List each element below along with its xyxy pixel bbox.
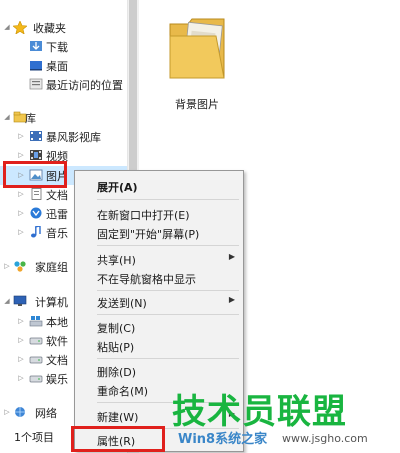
menu-item-copy[interactable]: 复制(C) bbox=[75, 317, 243, 336]
menu-item-hide-from-nav[interactable]: 不在导航窗格中显示 bbox=[75, 268, 243, 287]
nav-homegroup-label: 家庭组 bbox=[35, 261, 68, 274]
nav-item-label: 下载 bbox=[46, 41, 68, 54]
menu-separator bbox=[97, 314, 239, 315]
menu-item-label: 重命名(M) bbox=[97, 385, 149, 398]
nav-item-label: 音乐 bbox=[46, 227, 68, 240]
xunlei-icon bbox=[29, 207, 43, 219]
nav-item-baofeng-library[interactable]: ▷ 暴风影视库 bbox=[0, 127, 127, 146]
expand-arrow-icon[interactable]: ▷ bbox=[17, 317, 25, 325]
nav-libraries-label: 库 bbox=[25, 112, 36, 125]
expand-arrow-icon[interactable]: ▷ bbox=[17, 228, 25, 236]
menu-separator bbox=[97, 358, 239, 359]
expand-arrow-icon[interactable]: ▷ bbox=[17, 336, 25, 344]
highlight-box bbox=[71, 426, 165, 452]
menu-item-label: 在新窗口中打开(E) bbox=[97, 209, 190, 222]
status-item-count: 1个项目 bbox=[14, 431, 54, 444]
highlight-box bbox=[3, 161, 67, 188]
menu-item-pin-to-start[interactable]: 固定到"开始"屏幕(P) bbox=[75, 223, 243, 242]
downloads-icon bbox=[29, 40, 43, 52]
watermark-title: 技术员联盟 bbox=[172, 392, 347, 432]
watermark-site: www.jsgho.com bbox=[282, 432, 368, 445]
recent-places-icon bbox=[29, 78, 43, 90]
system-drive-icon bbox=[29, 315, 43, 327]
menu-item-label: 复制(C) bbox=[97, 322, 136, 335]
nav-item-desktop[interactable]: 桌面 bbox=[0, 56, 127, 75]
expand-arrow-icon[interactable]: ▷ bbox=[17, 374, 25, 382]
computer-icon bbox=[13, 295, 27, 307]
menu-item-label: 发送到(N) bbox=[97, 297, 147, 310]
menu-item-label: 新建(W) bbox=[97, 411, 139, 424]
menu-item-label: 删除(D) bbox=[97, 366, 137, 379]
menu-separator bbox=[97, 199, 239, 200]
expand-arrow-icon[interactable]: ▷ bbox=[3, 408, 11, 416]
folder-icon[interactable] bbox=[168, 14, 226, 82]
drive-icon bbox=[29, 372, 43, 384]
submenu-arrow-icon: ▶ bbox=[228, 295, 235, 304]
expand-arrow-icon[interactable]: ▷ bbox=[17, 355, 25, 363]
drive-icon bbox=[29, 334, 43, 346]
menu-item-label: 固定到"开始"屏幕(P) bbox=[97, 228, 200, 241]
menu-separator bbox=[97, 290, 239, 291]
music-note-icon bbox=[29, 225, 43, 238]
menu-separator bbox=[97, 245, 239, 246]
nav-computer-label: 计算机 bbox=[35, 296, 68, 309]
nav-item-label: 文档 bbox=[46, 189, 68, 202]
nav-item-label: 本地 bbox=[46, 316, 68, 329]
desktop-icon bbox=[29, 59, 43, 71]
nav-item-label: 文档 bbox=[46, 354, 68, 367]
menu-item-label: 粘贴(P) bbox=[97, 341, 135, 354]
nav-item-label: 桌面 bbox=[46, 60, 68, 73]
menu-item-paste[interactable]: 粘贴(P) bbox=[75, 336, 243, 355]
nav-libraries[interactable]: ◢ 库 bbox=[0, 108, 127, 127]
menu-item-send-to[interactable]: 发送到(N) ▶ bbox=[75, 292, 243, 311]
collapse-arrow-icon[interactable]: ◢ bbox=[3, 297, 11, 305]
folder-name[interactable]: 背景图片 bbox=[160, 96, 234, 112]
menu-item-share[interactable]: 共享(H) ▶ bbox=[75, 249, 243, 268]
menu-item-label: 展开(A) bbox=[97, 181, 138, 194]
expand-arrow-icon[interactable]: ▷ bbox=[3, 262, 11, 270]
nav-favorites-label: 收藏夹 bbox=[33, 22, 66, 35]
nav-item-label: 暴风影视库 bbox=[46, 131, 101, 144]
nav-item-label: 娱乐 bbox=[46, 373, 68, 386]
nav-item-label: 软件 bbox=[46, 335, 68, 348]
drive-icon bbox=[29, 353, 43, 365]
submenu-arrow-icon: ▶ bbox=[228, 252, 235, 261]
nav-item-recent-places[interactable]: 最近访问的位置 bbox=[0, 75, 127, 94]
expand-arrow-icon[interactable]: ▷ bbox=[17, 209, 25, 217]
collapse-arrow-icon[interactable]: ◢ bbox=[3, 113, 11, 121]
film-icon bbox=[29, 149, 43, 161]
menu-item-expand[interactable]: 展开(A) bbox=[75, 176, 243, 195]
expand-arrow-icon[interactable]: ▷ bbox=[17, 132, 25, 140]
collapse-arrow-icon[interactable]: ◢ bbox=[3, 23, 11, 31]
video-library-icon bbox=[29, 130, 43, 142]
nav-item-label: 最近访问的位置 bbox=[46, 79, 123, 92]
homegroup-icon bbox=[13, 260, 27, 272]
menu-item-label: 共享(H) bbox=[97, 254, 136, 267]
nav-network-label: 网络 bbox=[35, 407, 57, 420]
nav-item-downloads[interactable]: 下载 bbox=[0, 37, 127, 56]
network-icon bbox=[13, 406, 27, 418]
menu-item-delete[interactable]: 删除(D) bbox=[75, 361, 243, 380]
document-icon bbox=[29, 188, 43, 200]
nav-item-label: 迅雷 bbox=[46, 208, 68, 221]
watermark-subtitle: Win8系统之家 bbox=[178, 432, 268, 447]
expand-arrow-icon[interactable]: ▷ bbox=[17, 190, 25, 198]
menu-item-open-new-window[interactable]: 在新窗口中打开(E) bbox=[75, 204, 243, 223]
expand-arrow-icon[interactable]: ▷ bbox=[17, 151, 25, 159]
menu-item-label: 不在导航窗格中显示 bbox=[97, 273, 196, 286]
nav-favorites[interactable]: ◢ 收藏夹 bbox=[0, 18, 127, 37]
star-icon bbox=[12, 20, 28, 35]
